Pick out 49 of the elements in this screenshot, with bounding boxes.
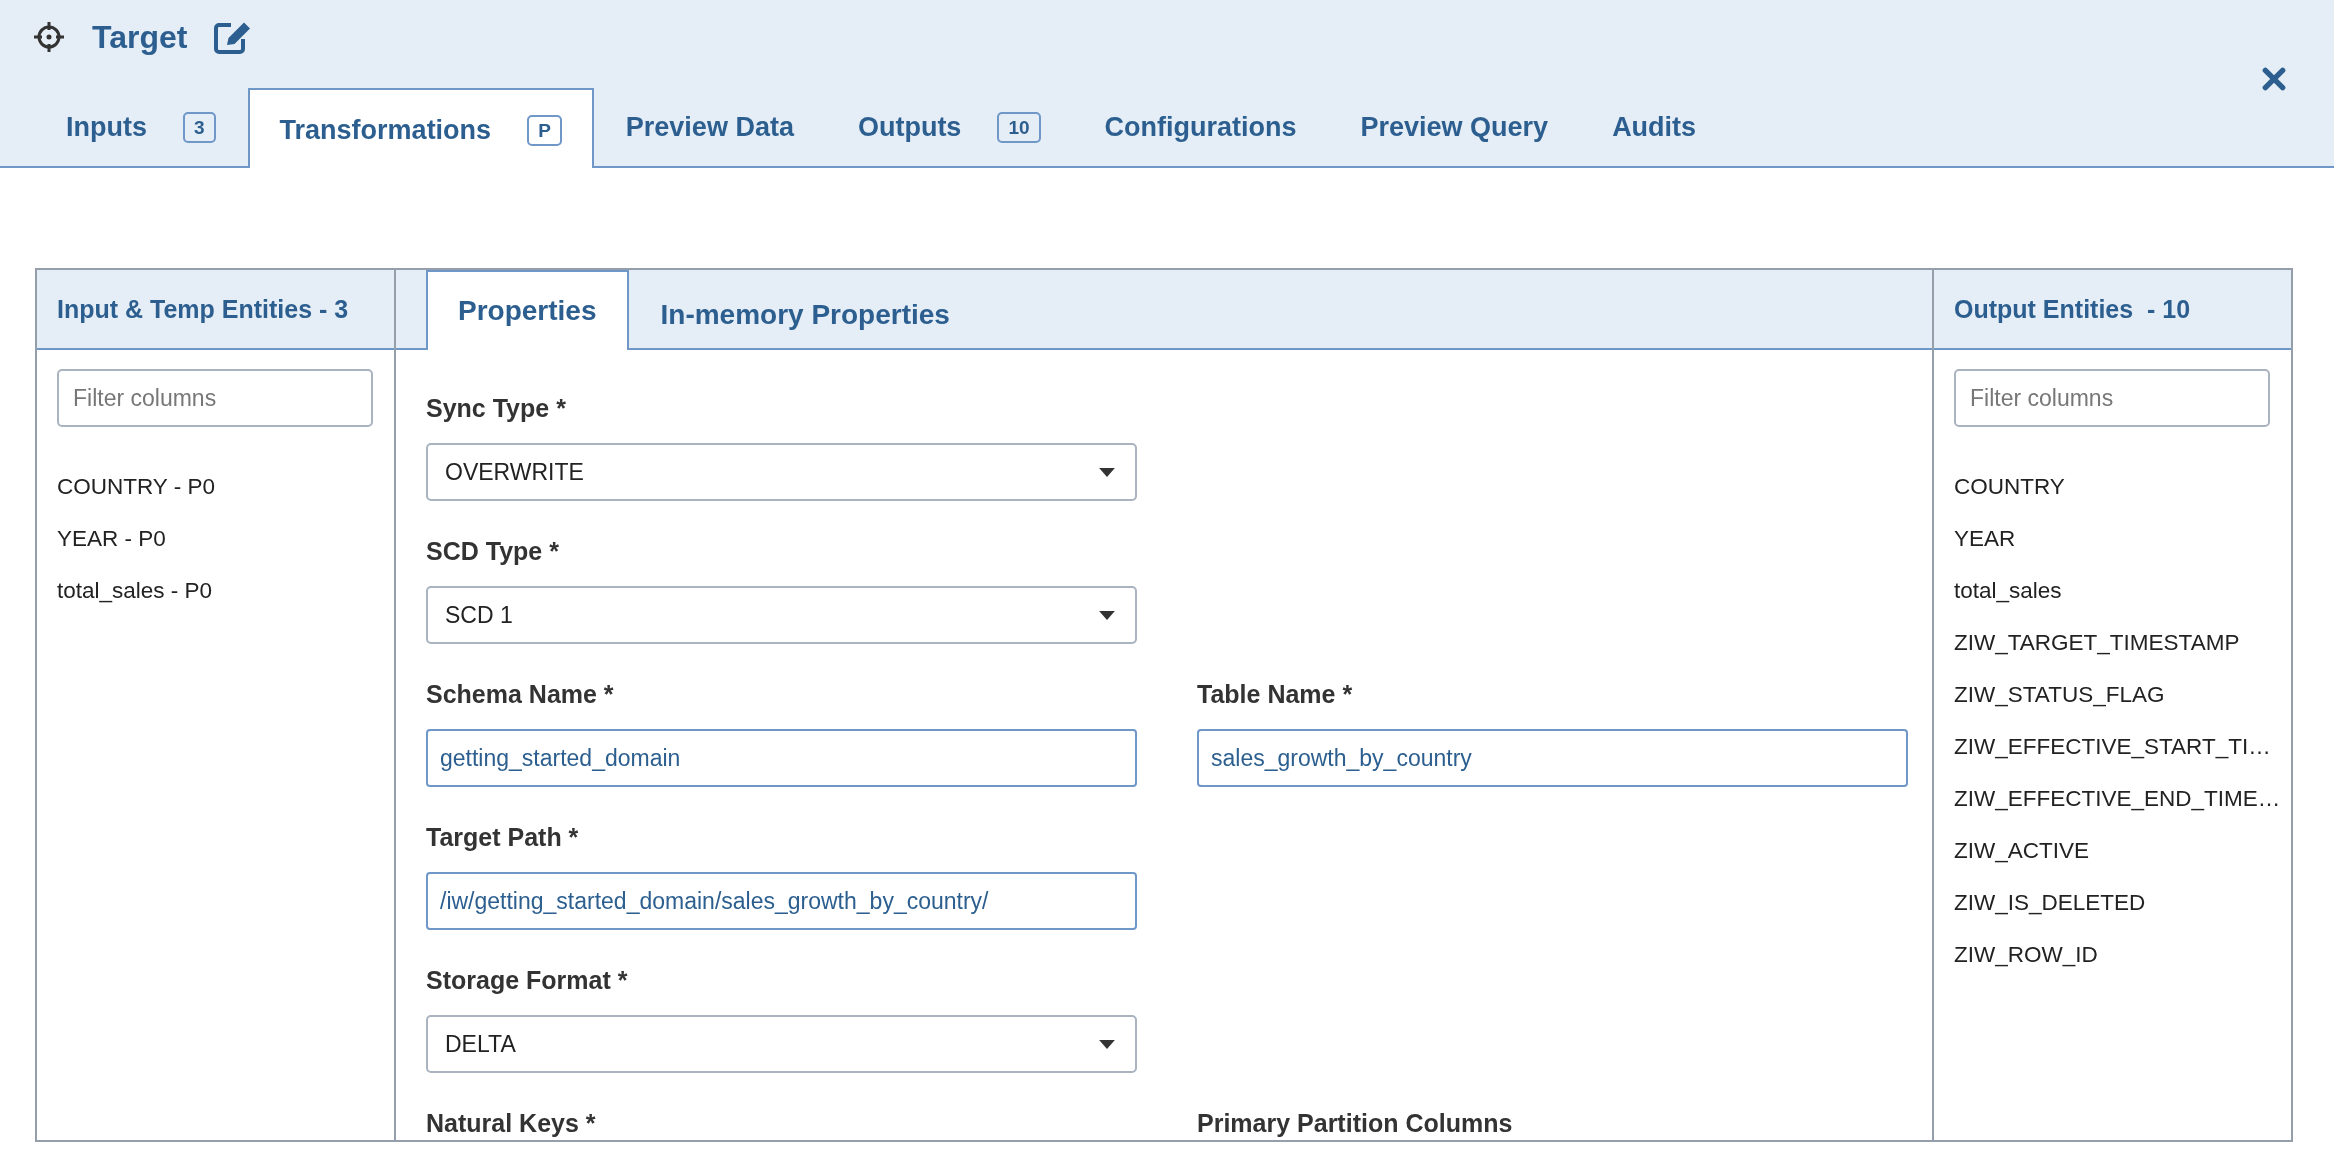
tab[interactable]: Outputs 10 xyxy=(825,88,1073,168)
column-item[interactable]: YEAR - P0 xyxy=(57,513,392,565)
count-badge: 3 xyxy=(183,111,216,143)
column-item[interactable]: COUNTRY xyxy=(1954,461,2289,513)
column-item[interactable]: total_sales xyxy=(1954,565,2289,617)
field-label: Table Name * xyxy=(1197,680,1354,709)
tab[interactable]: Configurations xyxy=(1072,88,1329,168)
field-label: Schema Name * xyxy=(426,680,615,709)
tab[interactable]: Preview Query xyxy=(1328,88,1581,168)
column-item[interactable]: ZIW_STATUS_FLAG xyxy=(1954,669,2289,721)
caret-icon xyxy=(1099,467,1115,477)
field-label: Primary Partition Columns xyxy=(1197,1109,1514,1138)
page-title: Target xyxy=(92,18,188,56)
text-field[interactable]: /iw/getting_started_domain/sales_growth_by_country/ xyxy=(426,872,1137,930)
close-icon[interactable] xyxy=(2261,66,2287,92)
text-field[interactable]: sales_growth_by_country xyxy=(1197,729,1908,787)
field-label: Target Path * xyxy=(426,823,580,852)
column-item[interactable]: ZIW_TARGET_TIMESTAMP xyxy=(1954,617,2289,669)
tab[interactable]: Inputs 3 xyxy=(34,88,248,168)
field-label: Natural Keys * xyxy=(426,1109,597,1138)
column-item[interactable]: COUNTRY - P0 xyxy=(57,461,392,513)
subtab[interactable]: In-memory Properties xyxy=(628,278,982,350)
filter-field[interactable]: Filter columns xyxy=(57,369,373,427)
crosshair-icon xyxy=(33,21,65,53)
column-item[interactable]: ZIW_EFFECTIVE_END_TIME… xyxy=(1954,773,2289,825)
column-item[interactable]: YEAR xyxy=(1954,513,2289,565)
field-label: SCD Type * xyxy=(426,537,560,566)
panel-title: Output Entities - 10 xyxy=(1954,294,2191,324)
column-item[interactable]: ZIW_EFFECTIVE_START_TI… xyxy=(1954,721,2289,773)
panel-title: Input & Temp Entities - 3 xyxy=(57,294,349,324)
column-item[interactable]: ZIW_ROW_ID xyxy=(1954,929,2289,981)
subtab[interactable]: Properties xyxy=(426,270,629,350)
caret-icon xyxy=(1099,610,1115,620)
column-item[interactable]: ZIW_IS_DELETED xyxy=(1954,877,2289,929)
dropdown[interactable]: DELTA xyxy=(426,1015,1137,1073)
dropdown[interactable]: OVERWRITE xyxy=(426,443,1137,501)
count-badge: 10 xyxy=(997,111,1041,143)
tab[interactable]: Audits xyxy=(1580,88,1729,168)
column-item[interactable]: total_sales - P0 xyxy=(57,565,392,617)
text-field[interactable]: getting_started_domain xyxy=(426,729,1137,787)
count-badge: P xyxy=(527,114,562,146)
column-item[interactable]: ZIW_ACTIVE xyxy=(1954,825,2289,877)
tab[interactable]: Preview Data xyxy=(593,88,826,168)
filter-field[interactable]: Filter columns xyxy=(1954,369,2270,427)
field-label: Sync Type * xyxy=(426,394,567,423)
field-label: Storage Format * xyxy=(426,966,629,995)
dropdown[interactable]: SCD 1 xyxy=(426,586,1137,644)
tab[interactable]: Transformations P xyxy=(247,88,594,168)
caret-icon xyxy=(1099,1039,1115,1049)
